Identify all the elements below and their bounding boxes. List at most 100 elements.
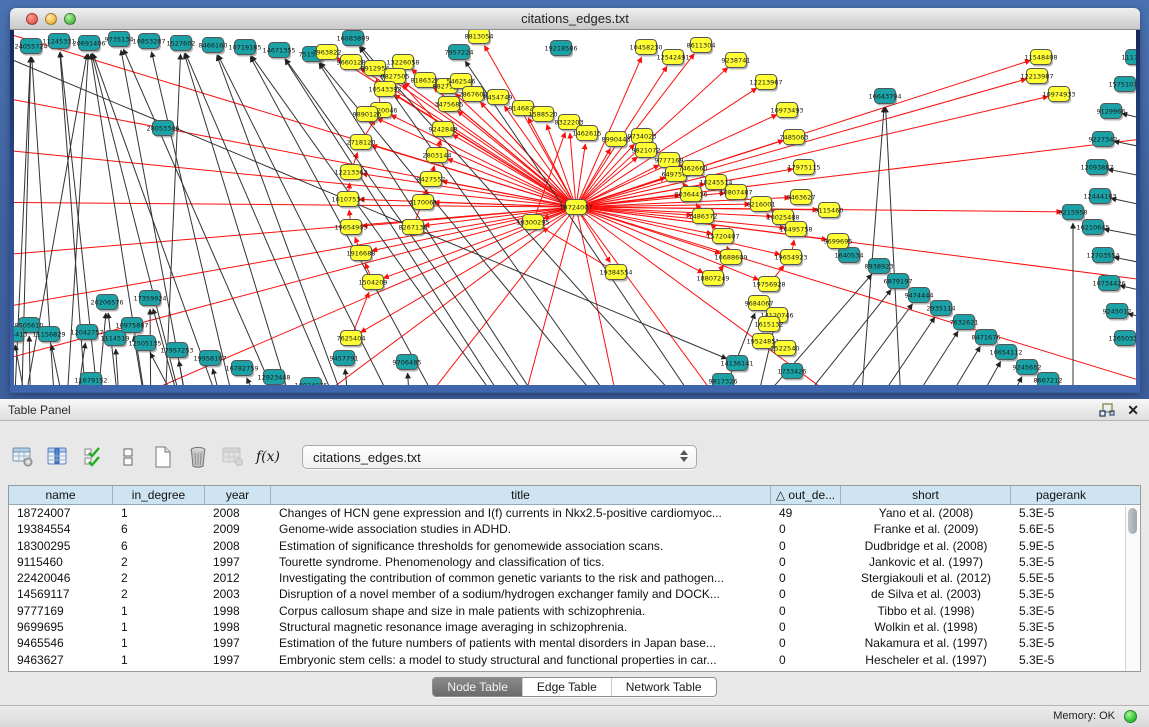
table-cell[interactable]: 5.9E-5: [1011, 538, 1111, 554]
table-cell[interactable]: 9115460: [9, 554, 113, 570]
table-cell[interactable]: 19384554: [9, 521, 113, 537]
table-cell[interactable]: Investigating the contribution of common…: [271, 570, 771, 586]
table-cell[interactable]: 49: [771, 505, 841, 521]
table-row[interactable]: 1872400712008Changes of HCN gene express…: [9, 505, 1140, 521]
citation-edge-black[interactable]: [886, 107, 903, 385]
delete-entry-button[interactable]: [185, 445, 211, 469]
table-row[interactable]: 946362711997Embryonic stem cells: a mode…: [9, 652, 1140, 668]
column-header-title[interactable]: title: [271, 486, 771, 504]
table-cell[interactable]: 1: [113, 505, 205, 521]
citation-edge-red[interactable]: [576, 207, 712, 234]
close-panel-icon[interactable]: ✕: [1127, 403, 1139, 417]
citation-edge-black[interactable]: [851, 346, 980, 385]
table-cell[interactable]: Tibbo et al. (1998): [841, 603, 1011, 619]
table-cell[interactable]: 0: [771, 570, 841, 586]
table-cell[interactable]: 0: [771, 554, 841, 570]
table-cell[interactable]: 18724007: [9, 505, 113, 521]
table-row[interactable]: 911546021997Tourette syndrome. Phenomeno…: [9, 554, 1140, 570]
table-cell[interactable]: 1: [113, 619, 205, 635]
table-cell[interactable]: 5.3E-5: [1011, 505, 1111, 521]
table-cell[interactable]: Wolkin et al. (1998): [841, 619, 1011, 635]
citation-edge-red[interactable]: [377, 118, 576, 207]
scrollbar-thumb[interactable]: [1128, 508, 1137, 534]
new-table-button[interactable]: [150, 445, 176, 469]
table-settings-button[interactable]: [10, 445, 36, 469]
table-cell[interactable]: 5.5E-5: [1011, 570, 1111, 586]
table-cell[interactable]: Franke et al. (2009): [841, 521, 1011, 537]
table-cell[interactable]: Dudbridge et al. (2008): [841, 538, 1011, 554]
table-cell[interactable]: 0: [771, 619, 841, 635]
table-cell[interactable]: 1997: [205, 554, 271, 570]
table-cell[interactable]: 0: [771, 538, 841, 554]
table-row[interactable]: 2242004622012Investigating the contribut…: [9, 570, 1140, 586]
table-cell[interactable]: 6: [113, 521, 205, 537]
column-header-year[interactable]: year: [205, 486, 271, 504]
table-cell[interactable]: 2: [113, 570, 205, 586]
memory-ok-indicator[interactable]: [1124, 710, 1137, 723]
table-cell[interactable]: Tourette syndrome. Phenomenology and cla…: [271, 554, 771, 570]
table-row[interactable]: 969969511998Structural magnetic resonanc…: [9, 619, 1140, 635]
citation-edge-red[interactable]: [570, 133, 576, 207]
tab-network-table[interactable]: Network Table: [612, 678, 716, 696]
table-cell[interactable]: 22420046: [9, 570, 113, 586]
table-cell[interactable]: Hescheler et al. (1997): [841, 652, 1011, 668]
table-cell[interactable]: 2008: [205, 505, 271, 521]
table-row[interactable]: 946554611997Estimation of the future num…: [9, 635, 1140, 651]
table-cell[interactable]: Disruption of a novel member of a sodium…: [271, 586, 771, 602]
table-cell[interactable]: 1998: [205, 619, 271, 635]
table-cell[interactable]: Estimation of the future numbers of pati…: [271, 635, 771, 651]
table-cell[interactable]: 9465546: [9, 635, 113, 651]
table-cell[interactable]: 0: [771, 586, 841, 602]
table-cell[interactable]: 5.3E-5: [1011, 554, 1111, 570]
column-header-name[interactable]: name: [9, 486, 113, 504]
table-row[interactable]: 977716911998Corpus callosum shape and si…: [9, 603, 1140, 619]
select-columns-button[interactable]: [45, 445, 71, 469]
citation-edge-black[interactable]: [179, 361, 191, 385]
citation-edge-black[interactable]: [1111, 198, 1136, 214]
table-cell[interactable]: Yano et al. (2008): [841, 505, 1011, 521]
network-window-titlebar[interactable]: citations_edges.txt: [10, 8, 1140, 30]
close-window-button[interactable]: [26, 13, 38, 25]
table-row[interactable]: 1456911722003Disruption of a novel membe…: [9, 586, 1140, 602]
citation-edge-black[interactable]: [359, 47, 681, 385]
table-cell[interactable]: 0: [771, 603, 841, 619]
table-cell[interactable]: 0: [771, 635, 841, 651]
table-cell[interactable]: 1: [113, 603, 205, 619]
table-cell[interactable]: 5.6E-5: [1011, 521, 1111, 537]
citation-network-graph[interactable]: 1872400724055724112453312069140697351341…: [14, 30, 1136, 385]
table-cell[interactable]: 2009: [205, 521, 271, 537]
table-cell[interactable]: Corpus callosum shape and size in male p…: [271, 603, 771, 619]
table-cell[interactable]: 2003: [205, 586, 271, 602]
table-cell[interactable]: 18300295: [9, 538, 113, 554]
table-cell[interactable]: Changes of HCN gene expression and I(f) …: [271, 505, 771, 521]
table-cell[interactable]: 1: [113, 635, 205, 651]
table-cell[interactable]: 5.3E-5: [1011, 619, 1111, 635]
table-row[interactable]: 1938455462009Genome-wide association stu…: [9, 521, 1140, 537]
table-cell[interactable]: 9699695: [9, 619, 113, 635]
table-cell[interactable]: Structural magnetic resonance image aver…: [271, 619, 771, 635]
table-cell[interactable]: 0: [771, 652, 841, 668]
table-cell[interactable]: 14569117: [9, 586, 113, 602]
table-cell[interactable]: 1997: [205, 652, 271, 668]
minimize-window-button[interactable]: [45, 13, 57, 25]
table-cell[interactable]: 5.3E-5: [1011, 635, 1111, 651]
network-canvas[interactable]: 1872400724055724112453312069140697351341…: [14, 30, 1136, 385]
select-all-button[interactable]: [80, 445, 106, 469]
citation-edge-red[interactable]: [14, 200, 576, 207]
citation-edge-red[interactable]: [14, 30, 576, 207]
table-cell[interactable]: 2: [113, 554, 205, 570]
citation-edge-black[interactable]: [821, 331, 958, 385]
network-view-window[interactable]: citations_edges.txt 18724007240557241124…: [10, 8, 1140, 393]
table-cell[interactable]: Nakamura et al. (1997): [841, 635, 1011, 651]
table-selector-dropdown[interactable]: citations_edges.txt: [302, 445, 697, 469]
citation-edge-red[interactable]: [542, 228, 616, 272]
table-cell[interactable]: Jankovic et al. (1997): [841, 554, 1011, 570]
zoom-window-button[interactable]: [64, 13, 76, 25]
table-cell[interactable]: 6: [113, 538, 205, 554]
table-cell[interactable]: 1: [113, 652, 205, 668]
citation-edge-red[interactable]: [576, 144, 585, 207]
citation-edge-black[interactable]: [121, 50, 201, 385]
table-scrollbar[interactable]: [1125, 506, 1139, 671]
table-cell[interactable]: de Silva et al. (2003): [841, 586, 1011, 602]
table-row[interactable]: 1830029562008Estimation of significance …: [9, 538, 1140, 554]
